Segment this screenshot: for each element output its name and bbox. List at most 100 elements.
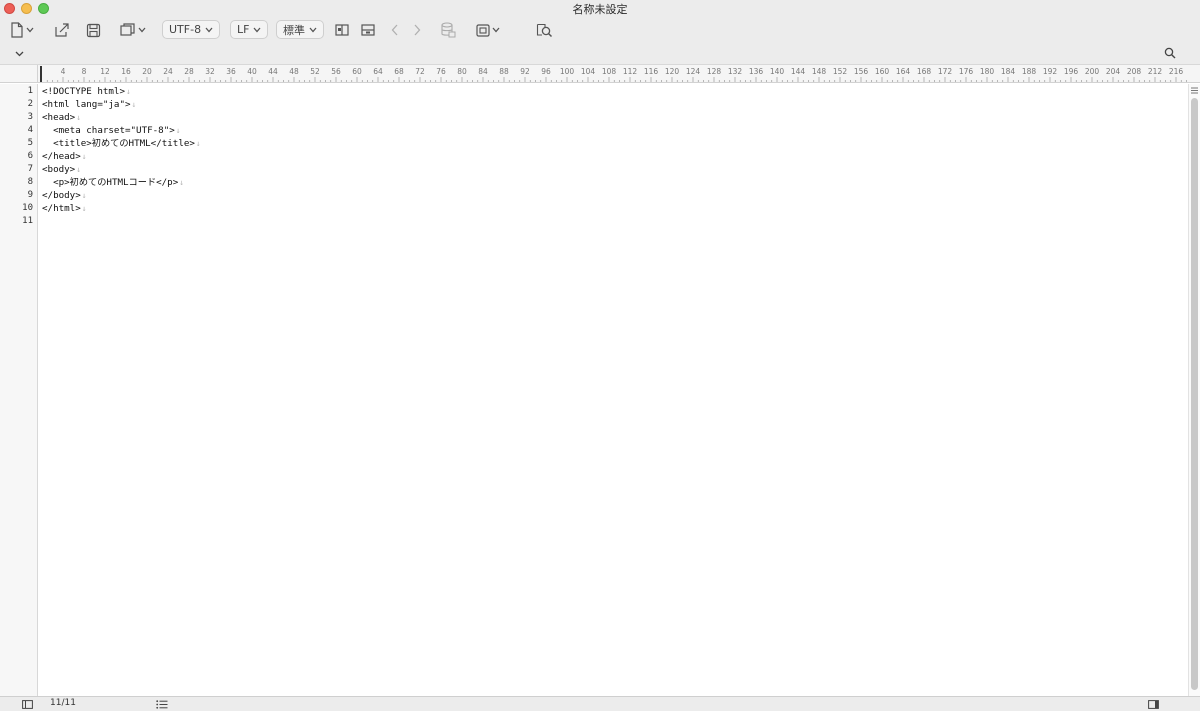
toggle-inspector-button[interactable] [1148,694,1159,711]
find-document-icon [536,23,553,38]
line-number: 2 [27,99,33,109]
line-number: 10 [22,203,33,213]
code-line[interactable]: </head>↓ [42,150,87,163]
window-title: 名称未設定 [572,3,628,16]
database-button[interactable] [440,20,456,40]
code-line[interactable]: <meta charset="UTF-8">↓ [42,124,181,137]
line-number: 6 [27,151,33,161]
line-break-mark: ↓ [175,126,181,135]
sidebar-icon [22,699,33,709]
panel-button[interactable] [476,20,500,40]
code-line[interactable]: <body>↓ [42,163,81,176]
ruler-corner [0,65,38,83]
forward-button[interactable] [413,20,421,40]
scrollbar-thumb[interactable] [1191,98,1198,690]
outline-menu-button[interactable] [15,44,24,64]
chevron-down-icon [253,27,261,32]
inspector-icon [1148,699,1159,709]
panel-icon [476,23,490,37]
back-button[interactable] [391,20,399,40]
split-horizontal-icon [361,24,375,36]
code-text: </body> [42,190,81,201]
code-line[interactable]: <html lang="ja">↓ [42,98,136,111]
outline-button[interactable] [156,694,168,711]
duplicate-icon [120,23,135,36]
line-break-mark: ↓ [131,100,137,109]
chevron-down-icon [26,27,34,33]
line-number: 4 [27,125,33,135]
line-ending-select[interactable]: LF [230,20,269,39]
split-vertical-button[interactable] [335,20,349,40]
line-number: 11 [22,216,33,226]
chevron-down-icon [309,27,317,32]
line-number: 3 [27,112,33,122]
line-break-mark: ↓ [81,152,87,161]
toggle-sidebar-button[interactable] [22,694,33,711]
new-document-icon [11,22,23,38]
ruler-end [1190,65,1200,83]
code-text: </html> [42,203,81,214]
code-text: </head> [42,151,81,162]
code-line[interactable]: <title>初めてのHTML</title>↓ [42,137,201,150]
code-text: <!DOCTYPE html> [42,86,125,97]
line-number: 8 [27,177,33,187]
code-text: <head> [42,112,76,123]
ruler-label: 216 [1168,67,1184,76]
encoding-select[interactable]: UTF-8 [162,20,221,39]
vertical-scrollbar[interactable] [1188,84,1200,696]
database-icon [441,22,456,38]
line-number: 1 [27,86,33,96]
line-break-mark: ↓ [125,87,131,96]
syntax-select[interactable]: 標準 [276,20,324,39]
chevron-down-icon [15,51,24,57]
duplicate-button[interactable] [120,20,146,40]
line-ending-value: LF [237,23,250,36]
chevron-down-icon [205,27,213,32]
find-document-button[interactable] [536,20,553,40]
chevron-down-icon [492,27,500,33]
search-icon [1164,47,1176,59]
save-button[interactable] [86,20,101,40]
line-break-mark: ↓ [76,165,82,174]
code-line[interactable]: <head>↓ [42,111,81,124]
share-button[interactable] [54,20,70,40]
split-vertical-icon [335,24,349,36]
save-icon [86,23,101,37]
encoding-value: UTF-8 [169,23,202,36]
code-line[interactable]: <!DOCTYPE html>↓ [42,85,131,98]
split-horizontal-button[interactable] [361,20,375,40]
code-line[interactable]: </body>↓ [42,189,87,202]
line-break-mark: ↓ [195,139,201,148]
line-number: 9 [27,190,33,200]
code-line[interactable]: </html>↓ [42,202,87,215]
list-icon [156,699,168,709]
split-handle-icon[interactable] [1190,86,1199,95]
search-button[interactable] [1164,43,1176,63]
toolbar: UTF-8 LF 標準 [0,17,1200,43]
title-bar: 名称未設定 [0,0,1200,17]
line-break-mark: ↓ [81,191,87,200]
navigation-bar [0,43,1200,65]
chevron-right-icon [414,24,421,36]
chevron-down-icon [138,27,146,33]
text-editor[interactable]: <!DOCTYPE html>↓ <html lang="ja">↓ <head… [38,84,1188,696]
status-bar: 11/11 [0,696,1200,711]
code-text: <p>初めてのHTMLコード</p> [42,177,179,188]
cursor-position: 11/11 [50,698,76,708]
share-icon [55,23,69,37]
line-number-gutter: 1 2 3 4 5 6 7 8 9 10 11 [0,84,38,696]
code-text: <meta charset="UTF-8"> [42,125,175,136]
line-break-mark: ↓ [179,178,185,187]
code-text: <html lang="ja"> [42,99,131,110]
line-number: 7 [27,164,33,174]
line-break-mark: ↓ [76,113,82,122]
ruler: 4 8 12 16 20 24 28 32 36 40 44 48 52 56 60 64 68 72 76 80 84… [38,65,1190,83]
code-line[interactable]: <p>初めてのHTMLコード</p>↓ [42,176,184,189]
line-break-mark: ↓ [81,204,87,213]
new-document-button[interactable] [10,20,34,40]
chevron-left-icon [391,24,398,36]
syntax-value: 標準 [283,23,305,37]
code-text: <title>初めてのHTML</title> [42,138,195,149]
code-text: <body> [42,164,76,175]
line-number: 5 [27,138,33,148]
